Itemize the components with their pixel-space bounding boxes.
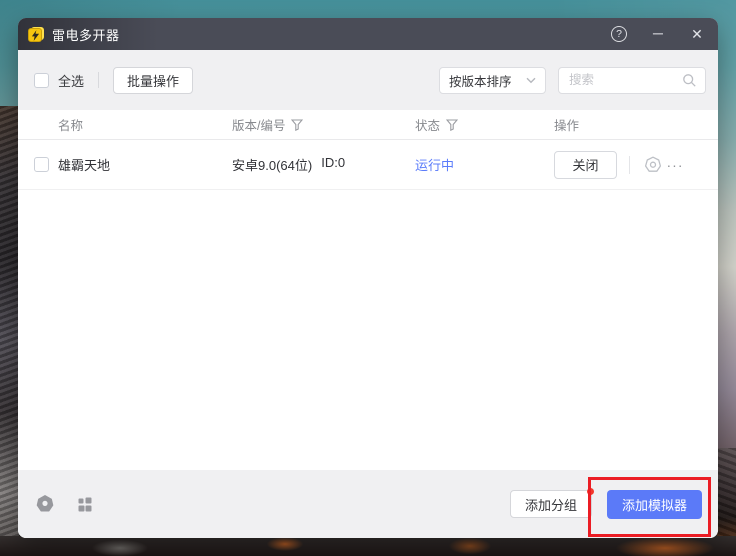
search-input[interactable] [569, 73, 676, 87]
batch-operations-button[interactable]: 批量操作 [113, 67, 193, 94]
sort-dropdown-value: 按版本排序 [449, 71, 512, 90]
add-group-label: 添加分组 [525, 495, 577, 514]
column-label-status: 状态 [415, 115, 440, 134]
column-header-version: 版本/编号 [232, 115, 415, 134]
wallpaper-mountain-left [0, 106, 19, 556]
select-all-checkbox[interactable] [34, 73, 49, 88]
desktop-wallpaper: 雷电多开器 ? ─ ✕ 全选 批量操作 按版本排序 [0, 0, 736, 556]
grid-icon [76, 496, 93, 513]
instance-settings-button[interactable] [642, 154, 664, 176]
instance-name: 雄霸天地 [58, 155, 232, 174]
gear-icon [643, 155, 663, 175]
column-label-name: 名称 [58, 115, 83, 134]
search-icon [682, 73, 697, 88]
toolbar: 全选 批量操作 按版本排序 [18, 50, 718, 110]
add-group-button[interactable]: 添加分组 [510, 490, 592, 518]
close-instance-button[interactable]: 关闭 [554, 151, 617, 179]
select-all-label: 全选 [58, 71, 84, 90]
sort-dropdown[interactable]: 按版本排序 [439, 67, 546, 94]
close-button[interactable]: ✕ [688, 25, 706, 43]
instance-version: 安卓9.0(64位) [232, 155, 312, 174]
chevron-down-icon [526, 77, 536, 84]
toolbar-divider [98, 72, 99, 88]
instance-id: ID:0 [321, 155, 345, 174]
row-checkbox[interactable] [34, 157, 49, 172]
column-header-operations: 操作 [554, 115, 718, 134]
layout-grid-button[interactable] [73, 493, 95, 515]
lightning-bolt-icon [31, 30, 40, 41]
instance-version-cell: 安卓9.0(64位) ID:0 [232, 155, 415, 174]
app-window: 雷电多开器 ? ─ ✕ 全选 批量操作 按版本排序 [18, 18, 718, 538]
empty-list-area [18, 190, 718, 470]
add-emulator-button[interactable]: 添加模拟器 [607, 490, 702, 519]
footer-bar: 添加分组 添加模拟器 [18, 470, 718, 538]
footer-left-icons [34, 493, 95, 515]
global-settings-button[interactable] [34, 493, 56, 515]
gear-filled-icon [35, 494, 55, 514]
wallpaper-mountain-bottom [0, 536, 736, 556]
column-header-status: 状态 [415, 115, 554, 134]
table-header: 名称 版本/编号 状态 操作 [18, 110, 718, 140]
filter-funnel-icon[interactable] [446, 119, 458, 131]
instance-status-cell: 运行中 [415, 155, 554, 174]
titlebar-buttons: ? ─ ✕ [610, 25, 706, 43]
window-title: 雷电多开器 [52, 25, 120, 44]
filter-funnel-icon[interactable] [291, 119, 303, 131]
help-button[interactable]: ? [610, 25, 628, 43]
notification-dot [587, 488, 594, 495]
operations-divider [629, 156, 630, 174]
column-header-name: 名称 [18, 115, 232, 134]
toolbar-right: 按版本排序 [439, 67, 706, 94]
footer-right-buttons: 添加分组 添加模拟器 [510, 490, 702, 519]
minimize-button[interactable]: ─ [649, 24, 667, 42]
status-badge: 运行中 [415, 158, 454, 173]
more-options-button[interactable]: ··· [664, 154, 686, 176]
table-row: 雄霸天地 安卓9.0(64位) ID:0 运行中 关闭 ··· [18, 140, 718, 190]
help-icon: ? [611, 26, 627, 42]
column-label-version: 版本/编号 [232, 115, 285, 134]
ellipsis-icon: ··· [667, 160, 684, 170]
titlebar: 雷电多开器 ? ─ ✕ [18, 18, 718, 50]
column-label-operations: 操作 [554, 115, 579, 134]
instance-operations-cell: 关闭 ··· [554, 151, 718, 179]
app-logo-icon [28, 26, 44, 42]
search-box [558, 67, 706, 94]
